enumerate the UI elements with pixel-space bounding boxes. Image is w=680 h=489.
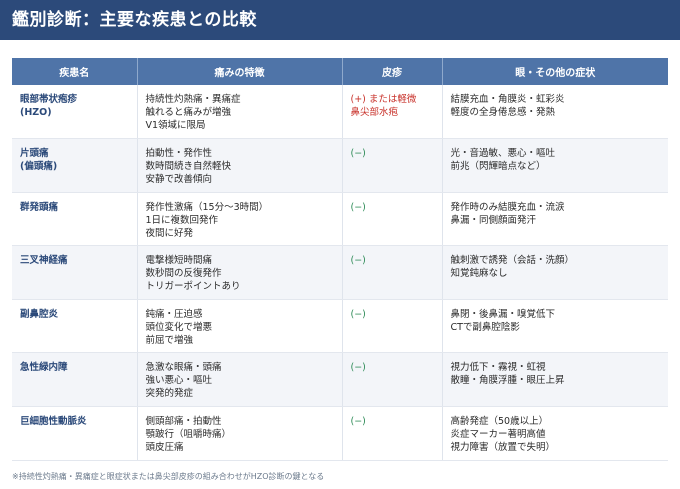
pain-cell-line: 頭皮圧痛	[145, 442, 184, 454]
pain-cell-line: 突発的発症	[145, 388, 194, 400]
table-row: 片頭痛 (偏頭痛) 拍動性・発作性 数時間続き自然軽快 安静で改善傾向 (−) 光・音過敏、…	[12, 138, 668, 193]
rash-cell: (−)	[342, 299, 443, 354]
pain-cell: 鈍痛・圧迫感 頭位変化で増悪 前屈で増強	[137, 299, 343, 354]
other-symptoms-cell-line: 鼻閉・後鼻漏・嗅覚低下	[450, 308, 556, 320]
disease-cell: 急性緑内障	[12, 352, 138, 408]
other-symptoms-cell-line: CTで副鼻腔陰影	[450, 321, 520, 333]
pain-cell-line: 夜間に好発	[145, 227, 194, 239]
pain-cell-line: 前屈で増強	[145, 334, 194, 346]
rash-cell-line: (−)	[350, 362, 366, 374]
column-header-pain: 痛みの特徴	[137, 58, 343, 85]
other-symptoms-cell-line: 結膜充血・角膜炎・虹彩炎	[450, 94, 565, 105]
pain-cell-line: 顎跛行（咀嚼時痛）	[145, 429, 232, 441]
pain-cell-line: 頭位変化で増悪	[145, 321, 213, 333]
table-row: 三叉神経痛 電撃様短時間痛 数秒間の反復発作 トリガーポイントあり (−) 触刺激で誘発（…	[12, 245, 668, 300]
other-symptoms-cell-line: 触刺激で誘発（会話・洗顔）	[450, 255, 575, 267]
rash-cell: (−)	[342, 192, 443, 247]
pain-cell-line: 1日に複数回発作	[145, 214, 219, 226]
table-row: 眼部帯状疱疹 (HZO) 持続性灼熱痛・異痛症 触れると痛みが増強 V1領域に限局 (+)…	[12, 85, 668, 140]
disease-cell-line: 急性緑内障	[20, 362, 68, 374]
column-header-rash: 皮疹	[342, 58, 443, 85]
other-symptoms-cell: 光・音過敏、悪心・嘔吐 前兆（閃輝暗点など）	[442, 138, 668, 193]
rash-cell-line: (−)	[350, 148, 366, 160]
table-row: 巨細胞性動脈炎 側頭部痛・拍動性 顎跛行（咀嚼時痛） 頭皮圧痛 (−) 高齢発症（50歳以…	[12, 406, 668, 461]
rash-cell: (−)	[342, 245, 443, 300]
other-symptoms-cell-line: 散瞳・角膜浮腫・眼圧上昇	[450, 375, 565, 387]
other-symptoms-cell-line: 発作時のみ結膜充血・流涙	[450, 201, 565, 213]
pain-cell-line: 触れると痛みが増強	[145, 107, 232, 118]
comparison-table: 疾患名 痛みの特徴 皮疹 眼・その他の症状 眼部帯状疱疹 (HZO) 持続性灼熱痛・…	[12, 58, 668, 461]
pain-cell: 電撃様短時間痛 数秒間の反復発作 トリガーポイントあり	[137, 245, 343, 300]
other-symptoms-cell: 触刺激で誘発（会話・洗顔） 知覚鈍麻なし	[442, 245, 668, 300]
disease-cell-line: 群発頭痛	[20, 201, 59, 213]
pain-cell-line: 電撃様短時間痛	[145, 255, 213, 267]
pain-cell-line: 側頭部痛・拍動性	[145, 416, 222, 428]
rash-cell-line: 鼻尖部水疱	[350, 107, 399, 118]
pain-cell: 拍動性・発作性 数時間続き自然軽快 安静で改善傾向	[137, 138, 343, 193]
other-symptoms-cell-line: 軽度の全身倦怠感・発熱	[450, 107, 556, 118]
page-title: 鑑別診断：主要な疾患との比較	[12, 10, 257, 30]
disease-cell-line: 巨細胞性動脈炎	[20, 416, 87, 428]
rash-cell-line: (−)	[350, 308, 366, 320]
pain-cell: 持続性灼熱痛・異痛症 触れると痛みが増強 V1領域に限局	[137, 85, 343, 140]
column-header-disease: 疾患名	[12, 58, 138, 85]
pain-cell-line: トリガーポイントあり	[145, 281, 241, 293]
rash-cell-line: (−)	[350, 255, 366, 267]
rash-cell: (−)	[342, 352, 443, 408]
column-header-other: 眼・その他の症状	[442, 58, 668, 85]
pain-cell: 側頭部痛・拍動性 顎跛行（咀嚼時痛） 頭皮圧痛	[137, 406, 343, 461]
disease-cell: 片頭痛 (偏頭痛)	[12, 138, 138, 193]
other-symptoms-cell: 鼻閉・後鼻漏・嗅覚低下 CTで副鼻腔陰影	[442, 299, 668, 354]
disease-cell-line: 片頭痛	[20, 148, 49, 160]
table-row: 群発頭痛 発作性激痛（15分〜3時間） 1日に複数回発作 夜間に好発 (−) 発作時のみ結…	[12, 192, 668, 247]
disease-cell-line: 副鼻腔炎	[20, 308, 59, 320]
pain-cell-line: 急激な眼痛・頭痛	[145, 362, 222, 374]
comparison-table-container: 疾患名 痛みの特徴 皮疹 眼・その他の症状 眼部帯状疱疹 (HZO) 持続性灼熱痛・…	[12, 58, 668, 461]
table-row: 急性緑内障 急激な眼痛・頭痛 強い悪心・嘔吐 突発的発症 (−) 視力低下・霧視・虹視 散瞳…	[12, 352, 668, 408]
disease-cell-line: 眼部帯状疱疹	[20, 94, 78, 105]
other-symptoms-cell: 結膜充血・角膜炎・虹彩炎 軽度の全身倦怠感・発熱	[442, 85, 668, 140]
other-symptoms-cell-line: 鼻漏・同側顔面発汗	[450, 214, 537, 226]
pain-cell-line: 持続性灼熱痛・異痛症	[145, 94, 241, 105]
pain-cell-line: 鈍痛・圧迫感	[145, 308, 203, 320]
disease-cell-line: (HZO)	[20, 107, 52, 118]
rash-cell: (−)	[342, 138, 443, 193]
pain-cell-line: 強い悪心・嘔吐	[145, 375, 213, 387]
table-row: 副鼻腔炎 鈍痛・圧迫感 頭位変化で増悪 前屈で増強 (−) 鼻閉・後鼻漏・嗅覚低下 CTで副…	[12, 299, 668, 354]
pain-cell: 急激な眼痛・頭痛 強い悪心・嘔吐 突発的発症	[137, 352, 343, 408]
pain-cell-line: 数時間続き自然軽快	[145, 161, 232, 173]
pain-cell-line: 拍動性・発作性	[145, 148, 213, 160]
disease-cell: 三叉神経痛	[12, 245, 138, 300]
pain-cell: 発作性激痛（15分〜3時間） 1日に複数回発作 夜間に好発	[137, 192, 343, 247]
pain-cell-line: V1領域に限局	[145, 120, 206, 131]
pain-cell-line: 発作性激痛（15分〜3時間）	[145, 201, 269, 213]
disease-cell-line: (偏頭痛)	[20, 161, 58, 173]
footnote: ※持続性灼熱痛・異痛症と眼症状または鼻尖部皮疹の組み合わせがHZO診断の鍵となる	[12, 472, 325, 481]
other-symptoms-cell: 視力低下・霧視・虹視 散瞳・角膜浮腫・眼圧上昇	[442, 352, 668, 408]
disease-cell: 眼部帯状疱疹 (HZO)	[12, 85, 138, 140]
other-symptoms-cell-line: 光・音過敏、悪心・嘔吐	[450, 148, 556, 160]
pain-cell-line: 安静で改善傾向	[145, 174, 213, 186]
disease-cell: 副鼻腔炎	[12, 299, 138, 354]
title-bar: 鑑別診断：主要な疾患との比較	[0, 0, 680, 40]
rash-cell-line: (−)	[350, 201, 366, 213]
rash-cell: (−)	[342, 406, 443, 461]
other-symptoms-cell-line: 前兆（閃輝暗点など）	[450, 161, 546, 173]
other-symptoms-cell: 発作時のみ結膜充血・流涙 鼻漏・同側顔面発汗	[442, 192, 668, 247]
disease-cell-line: 三叉神経痛	[20, 255, 68, 267]
other-symptoms-cell-line: 視力障害（放置で失明）	[450, 442, 556, 454]
other-symptoms-cell: 高齢発症（50歳以上） 炎症マーカー著明高値 視力障害（放置で失明）	[442, 406, 668, 461]
rash-cell: (+) または軽微 鼻尖部水疱	[342, 85, 443, 140]
other-symptoms-cell-line: 知覚鈍麻なし	[450, 268, 508, 280]
other-symptoms-cell-line: 炎症マーカー著明高値	[450, 429, 546, 441]
table-header-row: 疾患名 痛みの特徴 皮疹 眼・その他の症状	[12, 58, 668, 85]
other-symptoms-cell-line: 視力低下・霧視・虹視	[450, 362, 546, 374]
pain-cell-line: 数秒間の反復発作	[145, 268, 222, 280]
disease-cell: 巨細胞性動脈炎	[12, 406, 138, 461]
table-body: 眼部帯状疱疹 (HZO) 持続性灼熱痛・異痛症 触れると痛みが増強 V1領域に限局 (+)…	[12, 85, 668, 461]
other-symptoms-cell-line: 高齢発症（50歳以上）	[450, 416, 549, 428]
rash-cell-line: (+) または軽微	[350, 94, 417, 105]
rash-cell-line: (−)	[350, 416, 366, 428]
disease-cell: 群発頭痛	[12, 192, 138, 247]
